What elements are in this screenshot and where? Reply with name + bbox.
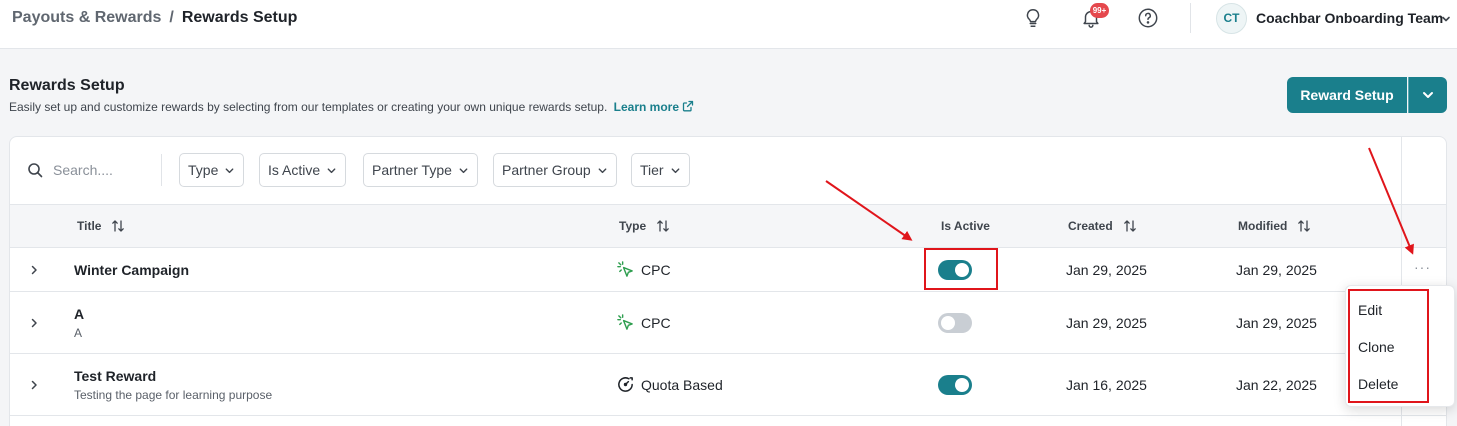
filter-tier-label: Tier	[640, 162, 664, 178]
chevron-down-icon	[459, 167, 468, 173]
filter-type[interactable]: Type	[179, 153, 245, 187]
column-is-active-label: Is Active	[941, 219, 990, 233]
type-cell: CPC	[616, 260, 671, 279]
cursor-click-icon	[617, 314, 633, 330]
breadcrumb-separator: /	[169, 9, 174, 26]
column-modified-label: Modified	[1238, 219, 1288, 233]
modified-date: Jan 22, 2025	[1236, 377, 1317, 393]
notification-badge: 99+	[1090, 3, 1109, 18]
toggle-knob	[941, 316, 955, 330]
team-name[interactable]: Coachbar Onboarding Team	[1256, 10, 1443, 26]
filter-type-label: Type	[188, 162, 219, 178]
chevron-down-icon	[225, 167, 234, 173]
filter-partner-type-label: Partner Type	[372, 162, 452, 178]
row-actions-button[interactable]: ···	[1414, 259, 1431, 275]
type-label: Quota Based	[641, 376, 723, 393]
filter-is-active[interactable]: Is Active	[259, 153, 347, 187]
menu-item-edit[interactable]: Edit	[1358, 302, 1382, 318]
filter-divider	[161, 154, 162, 186]
top-bar: Payouts & Rewards / Rewards Setup 99+ CT…	[0, 0, 1457, 49]
chevron-right-icon[interactable]	[28, 379, 40, 391]
cursor-click-icon	[617, 261, 633, 277]
breadcrumb-current: Rewards Setup	[181, 9, 298, 26]
chevron-down-icon	[1423, 92, 1433, 98]
quota-gauge-icon	[618, 377, 633, 392]
reward-setup-button[interactable]: Reward Setup	[1287, 77, 1407, 113]
learn-more-label: Learn more	[613, 100, 679, 114]
avatar[interactable]: CT	[1216, 3, 1247, 34]
filter-partner-group-label: Partner Group	[502, 162, 591, 178]
toggle-knob	[955, 378, 969, 392]
external-link-icon	[682, 100, 694, 112]
row-title: A	[74, 306, 85, 322]
chevron-right-icon[interactable]	[28, 317, 40, 329]
menu-item-delete[interactable]: Delete	[1358, 376, 1398, 392]
breadcrumb: Payouts & Rewards / Rewards Setup	[12, 9, 297, 27]
column-type[interactable]: Type	[619, 219, 670, 233]
sort-icon[interactable]	[1297, 219, 1311, 233]
page-description: Easily set up and customize rewards by s…	[9, 100, 694, 114]
filter-partner-type[interactable]: Partner Type	[363, 153, 478, 187]
column-is-active: Is Active	[941, 219, 990, 233]
row-title: Winter Campaign	[74, 262, 189, 278]
learn-more-link[interactable]: Learn more	[614, 100, 694, 114]
chevron-down-icon[interactable]	[1440, 13, 1452, 25]
active-toggle[interactable]	[938, 375, 972, 395]
title-cell: A A	[74, 306, 84, 340]
created-date: Jan 29, 2025	[1066, 315, 1147, 331]
filter-tier[interactable]: Tier	[631, 153, 690, 187]
row-subtitle: A	[74, 326, 83, 340]
table-row[interactable]: A A CPC Jan 29, 2025 Jan 29, 2025	[10, 292, 1446, 354]
lightbulb-icon[interactable]	[1022, 7, 1044, 29]
modified-date: Jan 29, 2025	[1236, 315, 1317, 331]
breadcrumb-parent-link[interactable]: Payouts & Rewards	[12, 9, 161, 27]
chevron-down-icon	[671, 167, 679, 173]
page-title: Rewards Setup	[9, 77, 125, 94]
row-title: Test Reward	[74, 368, 157, 384]
rewards-card: Type Is Active Partner Type Partner Grou…	[9, 136, 1447, 426]
table-row[interactable]: Winter Campaign CPC Jan 29, 2025 Jan 29,…	[10, 248, 1446, 292]
column-created-label: Created	[1068, 219, 1113, 233]
toggle-knob	[955, 263, 969, 277]
row-subtitle: Testing the page for learning purpose	[74, 388, 273, 402]
type-label: CPC	[641, 314, 671, 331]
search-input[interactable]	[53, 158, 153, 182]
table-row[interactable]: Test Reward Testing the page for learnin…	[10, 354, 1446, 416]
active-toggle[interactable]	[938, 260, 972, 280]
title-cell: Winter Campaign	[74, 262, 189, 278]
created-date: Jan 16, 2025	[1066, 377, 1147, 393]
sort-icon[interactable]	[111, 219, 125, 233]
search-icon	[28, 163, 43, 178]
column-title-label: Title	[77, 219, 102, 233]
filter-partner-group[interactable]: Partner Group	[493, 153, 617, 187]
active-toggle[interactable]	[938, 313, 972, 333]
created-date: Jan 29, 2025	[1066, 262, 1147, 278]
column-title[interactable]: Title	[77, 219, 125, 233]
type-cell: Quota Based	[616, 375, 723, 394]
chevron-down-icon	[598, 167, 607, 173]
column-created[interactable]: Created	[1068, 219, 1137, 233]
sort-icon[interactable]	[1123, 219, 1137, 233]
modified-date: Jan 29, 2025	[1236, 262, 1317, 278]
filter-is-active-label: Is Active	[268, 162, 321, 178]
sort-icon[interactable]	[656, 219, 670, 233]
table-header: Title Type Is Active Created Modified	[10, 204, 1446, 248]
menu-item-clone[interactable]: Clone	[1358, 339, 1395, 355]
chevron-down-icon	[327, 167, 336, 173]
type-cell: CPC	[616, 313, 671, 332]
page-description-text: Easily set up and customize rewards by s…	[9, 100, 608, 114]
column-modified[interactable]: Modified	[1238, 219, 1311, 233]
help-icon[interactable]	[1137, 7, 1159, 29]
reward-setup-dropdown-button[interactable]	[1408, 77, 1447, 113]
row-actions-menu: Edit Clone Delete	[1345, 285, 1455, 407]
title-cell: Test Reward Testing the page for learnin…	[74, 368, 272, 402]
chevron-right-icon[interactable]	[28, 264, 40, 276]
column-type-label: Type	[619, 219, 647, 233]
type-label: CPC	[641, 261, 671, 278]
header-divider	[1190, 3, 1191, 33]
